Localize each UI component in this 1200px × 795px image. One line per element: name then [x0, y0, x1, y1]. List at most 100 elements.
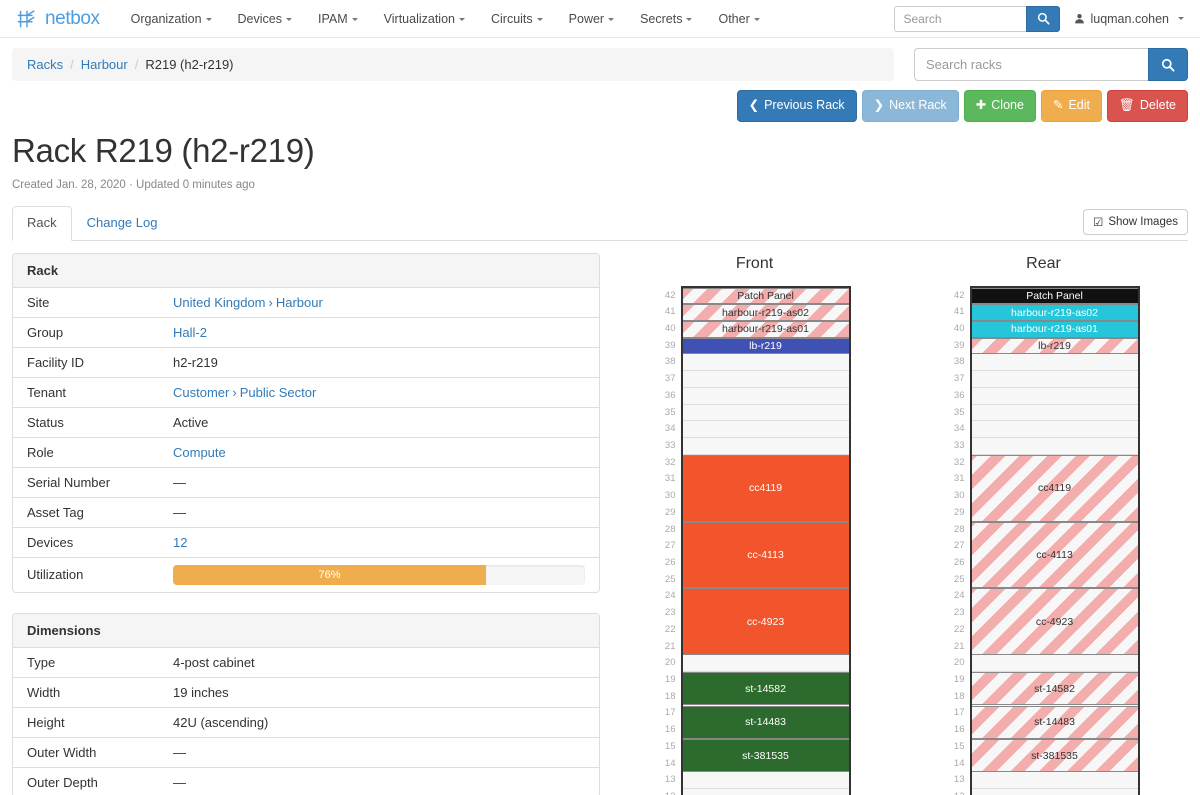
rack-unit-slot[interactable]: [683, 421, 849, 438]
page-header: Rack R219 (h2-r219) Created Jan. 28, 202…: [0, 122, 1200, 191]
chevron-right-icon: ❯: [874, 97, 884, 115]
edit-button[interactable]: ✎ Edit: [1041, 90, 1102, 122]
rack-unit-slot[interactable]: [972, 388, 1138, 405]
previous-rack-label: Previous Rack: [764, 97, 845, 115]
nav-item-virtualization[interactable]: Virtualization: [371, 0, 478, 38]
devices-count-link[interactable]: 12: [173, 535, 187, 550]
rack-device[interactable]: st-381535: [972, 739, 1138, 772]
rack-search-button[interactable]: [1148, 48, 1188, 81]
rack-unit-slot[interactable]: [972, 789, 1138, 795]
rack-device[interactable]: lb-r219: [972, 338, 1138, 355]
unit-label-36: 36: [948, 388, 970, 405]
rack-unit-slot[interactable]: [972, 438, 1138, 455]
next-rack-button[interactable]: ❯ Next Rack: [862, 90, 959, 122]
group-link[interactable]: Hall-2: [173, 325, 207, 340]
nav-label: Organization: [131, 12, 202, 26]
unit-label-41: 41: [948, 304, 970, 321]
rack-device[interactable]: cc-4923: [683, 588, 849, 655]
row-key: Status: [13, 407, 159, 437]
rack-device[interactable]: harbour-r219-as02: [683, 304, 849, 321]
user-icon: [1074, 13, 1085, 24]
rack-unit-slot[interactable]: [683, 405, 849, 422]
tab-rack[interactable]: Rack: [12, 206, 72, 241]
unit-label-41: 41: [659, 304, 681, 321]
row-value: Customer›Public Sector: [159, 377, 599, 407]
show-images-button[interactable]: ☑ Show Images: [1083, 209, 1188, 235]
rack-device[interactable]: cc-4923: [972, 588, 1138, 655]
rack-device[interactable]: cc4119: [972, 455, 1138, 522]
rack-unit-slot[interactable]: [683, 655, 849, 672]
nav-item-devices[interactable]: Devices: [225, 0, 305, 38]
rack-device[interactable]: harbour-r219-as01: [683, 321, 849, 338]
search-input[interactable]: [894, 6, 1026, 32]
row-value: h2-r219: [159, 347, 599, 377]
nav-item-organization[interactable]: Organization: [118, 0, 225, 38]
rack-unit-slot[interactable]: [683, 354, 849, 371]
rack-device[interactable]: lb-r219: [683, 338, 849, 355]
rack-unit-slot[interactable]: [972, 371, 1138, 388]
rack-unit-slot[interactable]: [683, 789, 849, 795]
nav-item-other[interactable]: Other: [705, 0, 772, 38]
rack-device[interactable]: cc-4113: [683, 522, 849, 589]
unit-label-15: 15: [659, 739, 681, 756]
breadcrumb-link-site[interactable]: Harbour: [81, 57, 128, 72]
rack-device[interactable]: st-14582: [683, 672, 849, 705]
rack-device[interactable]: harbour-r219-as02: [972, 304, 1138, 321]
rack-unit-slot[interactable]: [972, 655, 1138, 672]
nav-label: Virtualization: [384, 12, 455, 26]
rack-device[interactable]: harbour-r219-as01: [972, 321, 1138, 338]
role-link[interactable]: Compute: [173, 445, 226, 460]
unit-label-13: 13: [659, 772, 681, 789]
dimensions-panel: Dimensions Type 4-post cabinet Width 19 …: [12, 613, 600, 795]
tenant-link[interactable]: Public Sector: [240, 385, 317, 400]
rack-device[interactable]: cc4119: [683, 455, 849, 522]
search-button[interactable]: [1026, 6, 1060, 32]
unit-label-39: 39: [659, 338, 681, 355]
netbox-brand[interactable]: netbox: [10, 8, 100, 30]
nav-item-secrets[interactable]: Secrets: [627, 0, 705, 38]
rack-unit-slot[interactable]: [972, 354, 1138, 371]
nav-item-circuits[interactable]: Circuits: [478, 0, 556, 38]
nav-item-power[interactable]: Power: [556, 0, 627, 38]
rack-search-input[interactable]: [914, 48, 1148, 81]
rack-device[interactable]: st-14483: [972, 706, 1138, 739]
unit-label-29: 29: [659, 505, 681, 522]
previous-rack-button[interactable]: ❮ Previous Rack: [737, 90, 857, 122]
rack-unit-slot[interactable]: [972, 772, 1138, 789]
tab-change-log[interactable]: Change Log: [72, 206, 173, 241]
nav-links: Organization Devices IPAM Virtualization…: [118, 0, 773, 38]
rack-device-label: harbour-r219-as02: [720, 307, 811, 319]
breadcrumb-link-racks[interactable]: Racks: [27, 57, 63, 72]
table-row: Group Hall-2: [13, 317, 599, 347]
rack-device[interactable]: st-14483: [683, 706, 849, 739]
rack-device[interactable]: st-14582: [972, 672, 1138, 705]
unit-label-19: 19: [659, 672, 681, 689]
rack-unit-slot[interactable]: [683, 772, 849, 789]
site-link[interactable]: Harbour: [276, 295, 323, 310]
breadcrumb-row: Racks / Harbour / R219 (h2-r219): [0, 38, 1200, 81]
rack-device[interactable]: st-381535: [683, 739, 849, 772]
rack-unit-slot[interactable]: [972, 421, 1138, 438]
action-buttons: ❮ Previous Rack ❯ Next Rack ✚ Clone ✎ Ed…: [0, 81, 1200, 122]
rack-device-label: st-14483: [743, 716, 788, 728]
rack-unit-slot[interactable]: [683, 388, 849, 405]
rack-device[interactable]: Patch Panel: [972, 288, 1138, 305]
rack-unit-slot[interactable]: [683, 438, 849, 455]
site-region-link[interactable]: United Kingdom: [173, 295, 266, 310]
rack-unit-slot[interactable]: [683, 371, 849, 388]
tenant-group-link[interactable]: Customer: [173, 385, 229, 400]
user-menu[interactable]: luqman.cohen: [1074, 12, 1184, 26]
unit-label-37: 37: [948, 371, 970, 388]
rack-device[interactable]: Patch Panel: [683, 288, 849, 305]
unit-label-42: 42: [948, 288, 970, 305]
table-row: Site United Kingdom›Harbour: [13, 288, 599, 318]
clone-button[interactable]: ✚ Clone: [964, 90, 1036, 122]
rack-device[interactable]: cc-4113: [972, 522, 1138, 589]
clone-label: Clone: [991, 97, 1024, 115]
rack-unit-slot[interactable]: [972, 405, 1138, 422]
rear-elevation-title: Rear: [1026, 255, 1061, 273]
row-value: 4-post cabinet: [159, 648, 599, 678]
unit-label-33: 33: [948, 438, 970, 455]
nav-item-ipam[interactable]: IPAM: [305, 0, 371, 38]
delete-button[interactable]: 🗑 Delete: [1107, 90, 1188, 122]
